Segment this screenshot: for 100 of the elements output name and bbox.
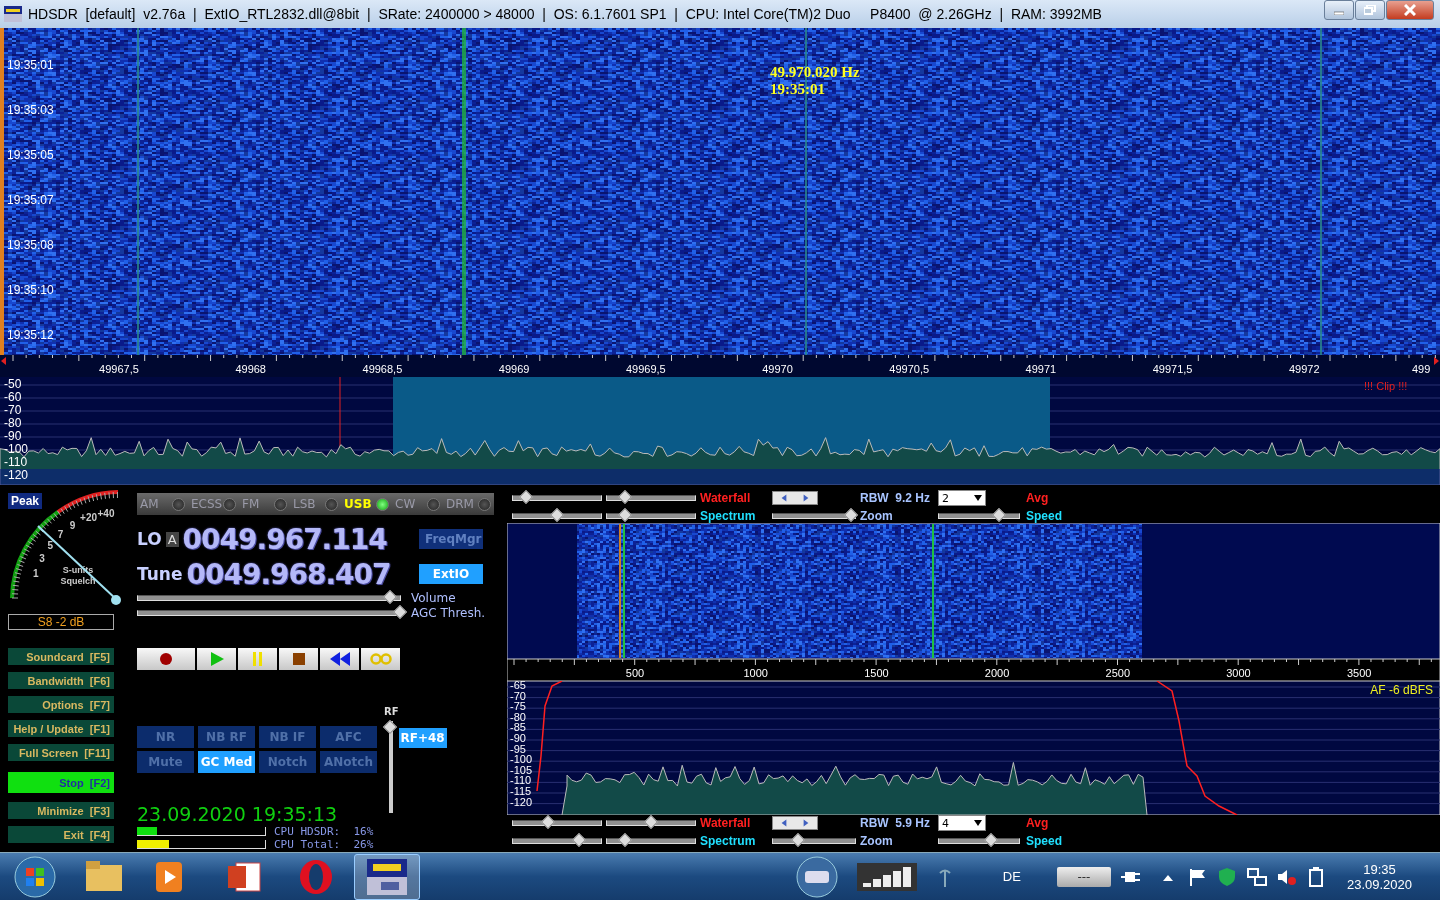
extio-button[interactable]: ExtIO <box>419 564 483 584</box>
scale-label: +40 <box>97 507 115 519</box>
freqmgr-button[interactable]: FreqMgr <box>419 529 483 549</box>
db-label: -90 <box>4 429 22 443</box>
rbw-label: RBW 5.9 Hz <box>860 816 931 830</box>
side-button[interactable]: Options [F7] <box>8 696 114 713</box>
audio-frequency-label: 1000 <box>743 667 768 679</box>
avg-dropdown[interactable]: 4 <box>938 815 986 831</box>
db-label: -90 <box>510 732 526 744</box>
speed-label: Speed <box>1026 834 1063 848</box>
side-button[interactable]: Bandwidth [F6] <box>8 672 114 689</box>
language-indicator[interactable]: DE <box>1002 869 1021 884</box>
slider-label: Volume <box>411 590 456 605</box>
time-label: 19:35:01 <box>7 58 54 72</box>
speed-label: Speed <box>1026 509 1063 523</box>
spectrum-label: Spectrum <box>700 834 757 848</box>
cpu-label: CPU HDSDR: 16% <box>274 825 374 838</box>
avg-label: Avg <box>1026 491 1050 505</box>
db-label: -50 <box>4 377 22 391</box>
mode-button[interactable]: USB <box>341 493 392 515</box>
slider-label: AGC Thresh. <box>411 605 486 620</box>
avg-label: Avg <box>1026 816 1050 830</box>
mode-button[interactable]: LSB <box>290 493 341 515</box>
scale-label: 9 <box>69 520 76 532</box>
db-label: -110 <box>4 455 28 469</box>
rf-gain-button[interactable]: RF+48 <box>398 728 447 748</box>
db-label: -105 <box>510 763 533 776</box>
af-level-label: AF -6 dBFS <box>1370 683 1433 697</box>
dsp-button[interactable]: GC Med <box>198 751 255 773</box>
tune-frequency[interactable]: 0049.968.407 <box>186 557 391 591</box>
zoom-label: Zoom <box>860 509 894 523</box>
audio-frequency-label: 3500 <box>1346 667 1372 679</box>
mode-button[interactable]: DRM <box>443 493 494 515</box>
signal-reading: S8 -2 dB <box>8 614 114 630</box>
scale-label: 1 <box>33 567 39 579</box>
time-label: 19:35:10 <box>7 283 54 297</box>
zoom-label: Zoom <box>860 834 894 848</box>
time-label: 19:35:03 <box>7 103 54 117</box>
side-button[interactable]: Soundcard [F5] <box>8 648 114 665</box>
frequency-label: 49969,5 <box>625 363 666 375</box>
db-label: -80 <box>510 710 526 723</box>
waterfall-label: Waterfall <box>700 491 752 505</box>
mode-button[interactable]: FM <box>239 493 290 515</box>
audio-frequency-label: 1500 <box>864 667 889 679</box>
time-label: 19:35:05 <box>7 148 54 162</box>
mode-button[interactable]: AM <box>137 493 188 515</box>
db-label: -120 <box>4 468 29 482</box>
clip-warning: !!! Clip !!! <box>1364 380 1408 392</box>
frequency-label: 49970,5 <box>889 363 930 375</box>
meter-caption: Squelch <box>60 576 96 586</box>
mode-button[interactable]: CW <box>392 493 443 515</box>
db-label: -110 <box>510 774 532 787</box>
date-time: 23.09.2020 19:35:13 <box>137 803 339 825</box>
cursor-readout: 49.970.020 Hz <box>770 64 860 81</box>
tune-label: Tune <box>137 564 183 584</box>
db-label: -100 <box>510 753 533 766</box>
spectrum-label: Spectrum <box>700 509 757 523</box>
db-label: -70 <box>4 403 22 417</box>
time-label: 19:35:12 <box>7 328 54 342</box>
frequency-label: 49970 <box>762 363 793 375</box>
db-label: -85 <box>510 721 526 734</box>
lo-frequency[interactable]: 0049.967.114 <box>182 522 387 556</box>
lo-label: LO <box>137 529 162 549</box>
scale-label: 7 <box>57 529 64 541</box>
audio-frequency-label: 3000 <box>1226 667 1251 679</box>
bank-label[interactable]: A <box>165 531 179 547</box>
db-label: -95 <box>510 742 526 755</box>
side-button[interactable]: Exit [F4] <box>8 826 114 843</box>
frequency-label: 49967,5 <box>99 363 139 375</box>
db-label: -80 <box>4 416 22 430</box>
side-button[interactable]: Help / Update [F1] <box>8 720 114 737</box>
frequency-label: 49968 <box>235 363 266 375</box>
scale-label: 3 <box>39 552 45 564</box>
scale-label: 5 <box>47 540 53 552</box>
frequency-label: 49972 <box>1289 363 1320 375</box>
frequency-label: 49968,5 <box>362 363 403 375</box>
db-label: -120 <box>510 795 533 808</box>
window-title: HDSDR [default] v2.76a | ExtIO_RTL2832.dll@8bit | SRate: 2400000 > 48000 | OS: 6.1.7601 SP1 | CPU: Intel Core(TM)2 Duo P8400 @ 2.26GHz | RAM: 3992MB <box>28 6 1103 22</box>
cursor-readout: 19:35:01 <box>770 81 826 98</box>
mode-button[interactable]: ECSS <box>188 493 239 515</box>
avg-dropdown[interactable]: 2 <box>938 490 986 506</box>
db-label: -65 <box>510 681 526 691</box>
clock-time[interactable]: 19:35 <box>1363 861 1396 877</box>
time-label: 19:35:08 <box>7 238 54 252</box>
cpu-label: CPU Total: 26% <box>274 838 374 851</box>
clock-date[interactable]: 23.09.2020 <box>1346 876 1412 892</box>
frequency-label: 49971,5 <box>1152 363 1193 375</box>
audio-frequency-label: 2000 <box>984 667 1010 679</box>
db-label: -100 <box>4 442 29 456</box>
db-label: -70 <box>510 689 526 702</box>
audio-frequency-label: 2500 <box>1105 667 1131 679</box>
side-button[interactable]: Full Screen [F11] <box>8 744 114 761</box>
peak-button[interactable]: Peak <box>8 493 43 509</box>
rf-label: RF <box>384 706 399 717</box>
side-button[interactable]: Stop [F2] <box>8 772 114 793</box>
rbw-label: RBW 9.2 Hz <box>860 491 931 505</box>
battery-meter[interactable]: --- <box>1056 866 1111 887</box>
scale-label: +20 <box>80 512 98 524</box>
frequency-label: 49969 <box>498 363 530 375</box>
side-button[interactable]: Minimize [F3] <box>8 802 114 819</box>
